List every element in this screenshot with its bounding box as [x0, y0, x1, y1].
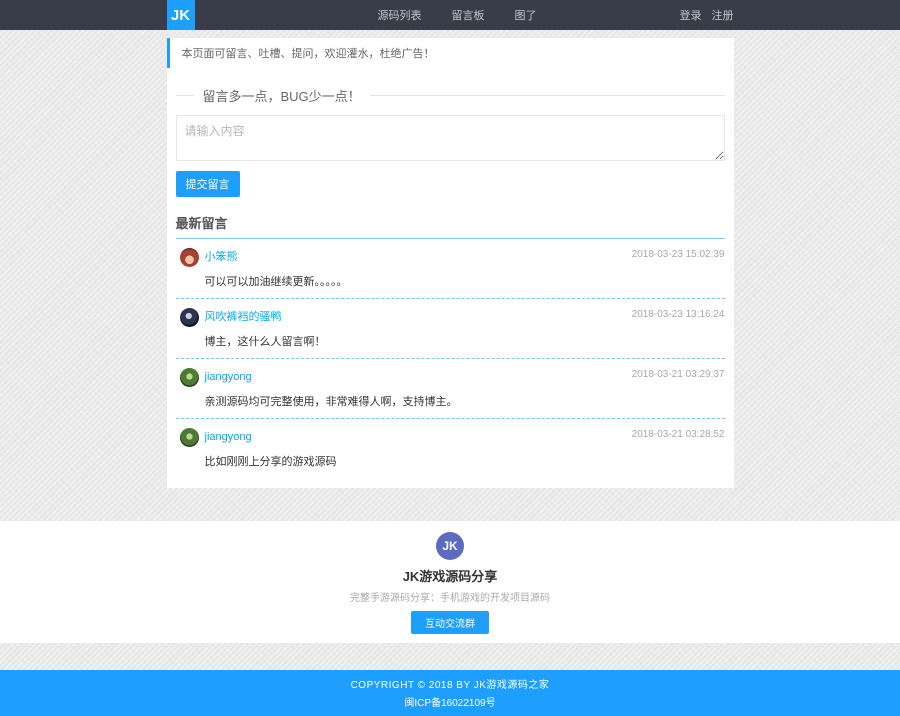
user-avatar [179, 248, 199, 267]
site-footer: JK JK游戏源码分享 完整手游源码分享：手机游戏的开发项目源码 互动交流群 [0, 521, 900, 643]
footer-site-subtitle: 完整手游源码分享：手机游戏的开发项目源码 [350, 593, 550, 604]
form-legend-text: 留言多一点，BUG少一点！ [202, 89, 361, 104]
comment-timestamp: 2018-03-21 03:29:37 [631, 369, 725, 380]
menu-item-message-board[interactable]: 留言板 [452, 7, 485, 23]
footer-logo-badge: JK [436, 532, 464, 560]
message-board-card: 本页面可留言、吐槽、提问，欢迎灌水，杜绝广告！ 留言多一点，BUG少一点！ 提交… [166, 38, 734, 488]
footer-site-title: JK游戏源码分享 [402, 569, 498, 584]
auth-links: 登录 注册 [680, 0, 734, 30]
form-legend: 留言多一点，BUG少一点！ [175, 86, 725, 105]
comment-timestamp: 2018-03-23 15:02:39 [631, 249, 725, 260]
icp-number: 闽ICP备16022109号 [404, 698, 496, 709]
comment-row: 小笨熊 可以可以加油继续更新。。。。。 2018-03-23 15:02:39 [175, 239, 725, 299]
user-avatar [179, 308, 199, 327]
register-link[interactable]: 注册 [712, 7, 734, 23]
notice-banner: 本页面可留言、吐槽、提问，欢迎灌水，杜绝广告！ [166, 38, 734, 68]
top-navbar: JK 源码列表 留言板 图了 登录 注册 [0, 0, 900, 30]
footer-action-button[interactable]: 互动交流群 [411, 611, 489, 634]
legend-line-right [369, 95, 725, 96]
comments-list: 小笨熊 可以可以加油继续更新。。。。。 2018-03-23 15:02:39 … [175, 239, 725, 478]
message-form: 留言多一点，BUG少一点！ 提交留言 [167, 86, 734, 197]
legend-line-left [175, 95, 194, 96]
user-avatar [179, 428, 199, 447]
comment-text: 比如刚刚上分享的游戏源码 [204, 456, 337, 468]
bottom-bar: COPYRIGHT © 2018 BY JK游戏源码之家 闽ICP备160221… [0, 670, 900, 716]
comment-timestamp: 2018-03-21 03:28:52 [631, 429, 725, 440]
navbar-container: JK 源码列表 留言板 图了 登录 注册 [166, 0, 734, 30]
comment-text: 亲测源码均可完整使用，非常难得人啊，支持博主。 [204, 396, 458, 408]
comment-timestamp: 2018-03-23 13:16:24 [631, 309, 725, 320]
comment-username[interactable]: jiangyong [205, 431, 252, 443]
comment-text: 可以可以加油继续更新。。。。。 [204, 276, 348, 288]
menu-item-third[interactable]: 图了 [515, 7, 537, 23]
login-link[interactable]: 登录 [680, 7, 702, 23]
menu-item-source-list[interactable]: 源码列表 [378, 7, 422, 23]
user-avatar [179, 368, 199, 387]
latest-comments-title: 最新留言 [175, 213, 725, 239]
comment-username[interactable]: 风吹裤裆的骚鸭 [205, 308, 282, 324]
main-menu: 源码列表 留言板 图了 [378, 0, 537, 30]
site-logo[interactable]: JK [166, 0, 195, 30]
comment-row: jiangyong 亲测源码均可完整使用，非常难得人啊，支持博主。 2018-0… [175, 359, 725, 419]
comment-username[interactable]: 小笨熊 [205, 248, 238, 264]
comment-text: 博主，这什么人留言啊！ [204, 336, 326, 348]
submit-message-button[interactable]: 提交留言 [175, 171, 240, 197]
copyright-text: COPYRIGHT © 2018 BY JK游戏源码之家 [350, 680, 550, 691]
comment-username[interactable]: jiangyong [205, 371, 252, 383]
comment-row: jiangyong 比如刚刚上分享的游戏源码 2018-03-21 03:28:… [176, 419, 725, 478]
comment-row: 风吹裤裆的骚鸭 博主，这什么人留言啊！ 2018-03-23 13:16:24 [175, 299, 725, 359]
message-input[interactable] [175, 115, 725, 161]
